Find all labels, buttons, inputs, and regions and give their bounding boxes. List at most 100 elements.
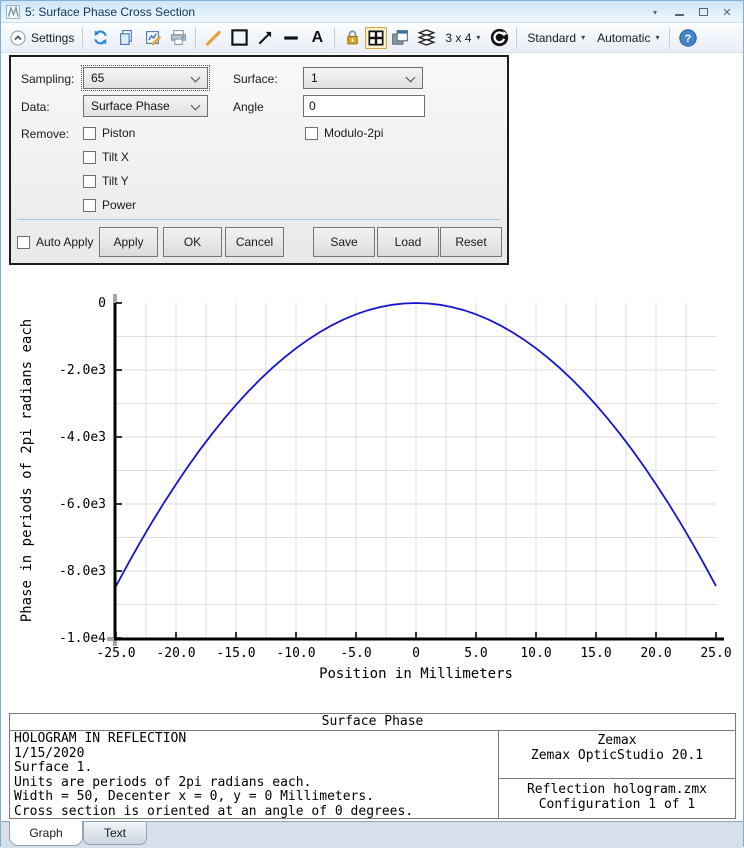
auto-apply-checkbox[interactable]: Auto Apply xyxy=(17,234,93,250)
load-button[interactable]: Load xyxy=(377,227,439,257)
summary-line: Zemax xyxy=(597,733,637,748)
draw-pencil-button[interactable] xyxy=(201,26,225,50)
svg-text:Phase in periods of 2pi radian: Phase in periods of 2pi radians each xyxy=(19,319,35,622)
svg-text:-1.0e4: -1.0e4 xyxy=(59,631,106,646)
save-graphic-button[interactable] xyxy=(140,26,164,50)
modulo-2pi-checkbox-label: Modulo-2pi xyxy=(324,126,384,140)
chevron-down-icon: ▾ xyxy=(581,33,586,42)
surface-layers-button[interactable] xyxy=(414,26,438,50)
aspect-ratio-dropdown[interactable]: Automatic ▾ xyxy=(591,31,665,45)
lock-button[interactable] xyxy=(340,26,364,50)
window-title: 5: Surface Phase Cross Section xyxy=(25,4,196,19)
split-view-icon xyxy=(368,30,384,45)
summary-left-cell: HOLOGRAM IN REFLECTION 1/15/2020 Surface… xyxy=(10,731,498,818)
angle-input[interactable] xyxy=(303,95,425,117)
modulo-2pi-checkbox[interactable]: Modulo-2pi xyxy=(305,125,383,141)
chevron-down-icon: ▾ xyxy=(655,33,660,42)
tab-graph[interactable]: Graph xyxy=(9,821,83,846)
title-bar: 5: Surface Phase Cross Section ▾ ✕ xyxy=(1,1,743,23)
copy-button[interactable] xyxy=(114,26,138,50)
surface-dropdown[interactable]: 1 xyxy=(303,67,423,89)
minimize-button[interactable] xyxy=(667,2,691,22)
window-menu-button[interactable]: ▾ xyxy=(643,2,667,22)
summary-body: HOLOGRAM IN REFLECTION 1/15/2020 Surface… xyxy=(10,731,735,818)
refresh-icon xyxy=(94,30,107,45)
arrow-icon xyxy=(259,31,272,44)
apply-button[interactable]: Apply xyxy=(99,227,158,257)
standard-label: Standard xyxy=(527,30,577,45)
app-icon xyxy=(6,4,20,19)
piston-checkbox[interactable]: Piston xyxy=(83,125,135,141)
tilt-y-checkbox[interactable]: Tilt Y xyxy=(83,173,129,189)
save-button[interactable]: Save xyxy=(313,227,375,257)
svg-text:-20.0: -20.0 xyxy=(156,646,195,661)
tab-bar: Graph Text xyxy=(1,821,743,848)
draw-arrow-button[interactable] xyxy=(253,26,277,50)
svg-text:15.0: 15.0 xyxy=(580,646,611,661)
draw-text-button[interactable]: A xyxy=(305,26,329,50)
svg-text:0: 0 xyxy=(98,296,106,311)
aspect-ratio-label: Automatic xyxy=(597,30,651,45)
split-view-button[interactable] xyxy=(365,26,388,49)
svg-text:-2.0e3: -2.0e3 xyxy=(59,363,106,378)
print-button[interactable] xyxy=(166,26,190,50)
remove-label: Remove: xyxy=(21,127,70,141)
summary-line: Width = 50, Decenter x = 0, y = 0 Millim… xyxy=(14,789,375,805)
svg-text:20.0: 20.0 xyxy=(640,646,671,661)
pencil-icon xyxy=(206,30,222,46)
settings-panel: Sampling: 65 Surface: 1 Data: Surface Ph… xyxy=(9,55,509,265)
toolbar-separator xyxy=(669,26,671,49)
ok-button[interactable]: OK xyxy=(163,227,222,257)
standard-dropdown[interactable]: Standard ▾ xyxy=(521,31,591,45)
summary-right-cell: Zemax Zemax OpticStudio 20.1 Reflection … xyxy=(498,731,735,818)
summary-app-cell: Zemax Zemax OpticStudio 20.1 xyxy=(499,731,735,779)
copy-icon xyxy=(119,30,132,45)
rectangle-icon xyxy=(231,29,248,46)
data-label: Data: xyxy=(21,100,50,114)
chevron-down-icon xyxy=(405,72,416,83)
draw-line-button[interactable] xyxy=(279,26,303,50)
data-value: Surface Phase xyxy=(91,99,170,113)
maximize-icon xyxy=(698,8,708,16)
draw-rectangle-button[interactable] xyxy=(227,26,251,50)
summary-line: 1/15/2020 xyxy=(14,745,85,761)
summary-line: Reflection hologram.zmx xyxy=(526,782,707,797)
data-dropdown[interactable]: Surface Phase xyxy=(83,95,208,117)
piston-checkbox-label: Piston xyxy=(102,126,136,140)
grid-size-label: 3 x 4 xyxy=(445,30,472,45)
svg-text:-4.0e3: -4.0e3 xyxy=(59,430,106,445)
settings-separator xyxy=(17,219,501,220)
toolbar-separator xyxy=(334,26,336,49)
power-checkbox[interactable]: Power xyxy=(83,197,136,213)
checkbox-box xyxy=(83,126,96,140)
phase-cross-section-chart: -25.0 -20.0 -15.0 -10.0 -5.0 0 5.0 10.0 15.0 20.0… xyxy=(19,294,732,682)
svg-text:-8.0e3: -8.0e3 xyxy=(59,564,106,579)
lock-icon xyxy=(347,30,358,45)
grid-size-dropdown[interactable]: 3 x 4 ▾ xyxy=(439,31,486,45)
sampling-value: 65 xyxy=(91,71,105,85)
tab-graph-label: Graph xyxy=(29,826,63,840)
summary-title: Surface Phase xyxy=(10,714,735,731)
window-controls: ▾ ✕ xyxy=(643,1,739,23)
help-icon: ? xyxy=(679,28,698,47)
maximize-button[interactable] xyxy=(691,2,715,22)
summary-line: Surface 1. xyxy=(14,760,93,776)
toolbar-separator xyxy=(516,26,518,49)
cancel-button[interactable]: Cancel xyxy=(225,227,284,257)
chevron-down-icon xyxy=(190,72,201,83)
svg-text:?: ? xyxy=(685,33,692,45)
invert-colors-button[interactable] xyxy=(487,26,511,50)
tab-text[interactable]: Text xyxy=(83,822,147,845)
summary-panel: Surface Phase HOLOGRAM IN REFLECTION 1/1… xyxy=(9,713,736,819)
sampling-dropdown[interactable]: 65 xyxy=(81,65,210,91)
reset-button[interactable]: Reset xyxy=(440,227,502,257)
save-graphic-icon xyxy=(145,31,161,46)
new-window-button[interactable] xyxy=(388,26,412,50)
checkbox-box xyxy=(305,126,318,140)
tilt-x-checkbox[interactable]: Tilt X xyxy=(83,149,129,165)
close-button[interactable]: ✕ xyxy=(715,2,739,22)
summary-line: Units are periods of 2pi radians each. xyxy=(14,774,312,790)
refresh-button[interactable] xyxy=(88,26,112,50)
settings-toggle-button[interactable]: Settings xyxy=(6,30,78,46)
help-button[interactable]: ? xyxy=(676,26,700,50)
